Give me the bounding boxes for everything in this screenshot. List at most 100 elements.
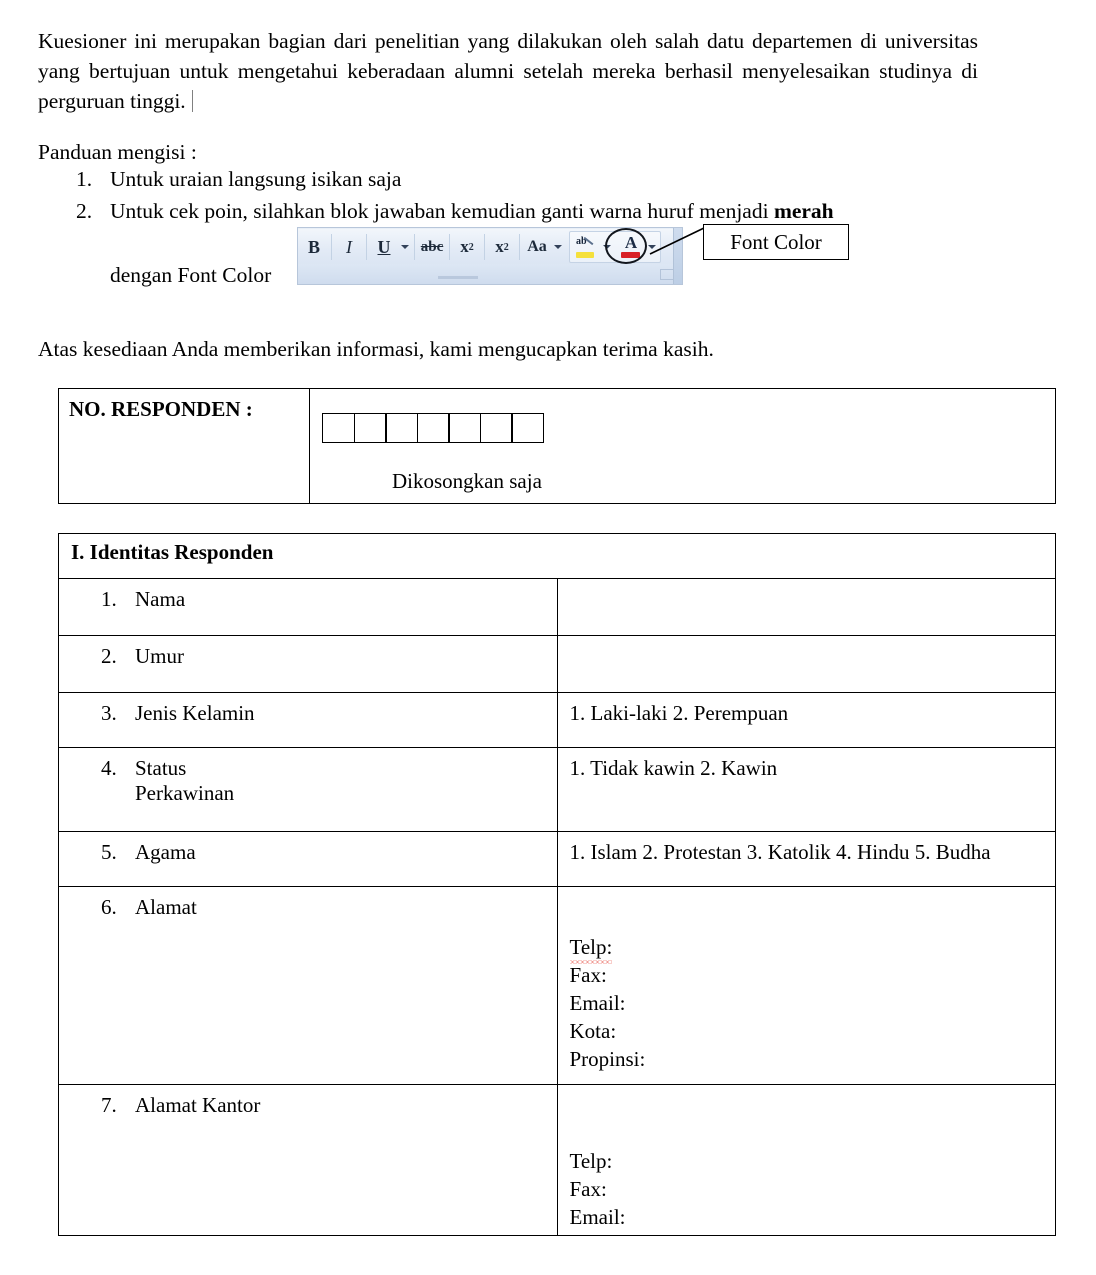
panduan-item-2: 2. Untuk cek poin, silahkan blok jawaban… xyxy=(38,196,978,226)
identitas-heading-cell: I. Identitas Responden xyxy=(58,533,1056,579)
alamat-field-propinsi: Propinsi: xyxy=(569,1047,646,1071)
toolbar-divider xyxy=(331,234,332,260)
panduan-item-1: 1. Untuk uraian langsung isikan saja xyxy=(38,164,978,194)
table-row: 4. Status Perkawinan 1. Tidak kawin 2. K… xyxy=(58,747,1056,832)
alamat-field-kota: Kota: xyxy=(569,1019,617,1043)
table-row: 2. Umur xyxy=(58,635,1056,693)
document-page: Kuesioner ini merupakan bagian dari pene… xyxy=(0,0,1096,1275)
underline-icon: U xyxy=(377,236,391,257)
dengan-font-color-text: dengan Font Color xyxy=(110,263,272,287)
word-font-toolbar-screenshot: B I U abc x2 x2 Aa ab A xyxy=(297,227,683,285)
highlight-color-swatch xyxy=(576,252,594,258)
row-label-cell-nama: 1. Nama xyxy=(58,578,558,636)
font-color-callout: Font Color xyxy=(703,224,849,260)
highlighter-icon: ab xyxy=(575,236,597,258)
row-number: 1. xyxy=(101,587,117,611)
toolbar-lower-strip xyxy=(298,264,682,284)
row-number: 7. xyxy=(101,1093,117,1117)
row-label-line2: Perkawinan xyxy=(135,781,235,805)
kantor-field-telp: Telp: xyxy=(569,1149,613,1173)
superscript-icon: x2 xyxy=(495,237,509,256)
subscript-icon: x2 xyxy=(460,237,474,256)
digit-box[interactable] xyxy=(511,413,544,443)
row-answer-cell-umur[interactable] xyxy=(556,635,1056,693)
change-case-icon: Aa xyxy=(527,238,547,255)
alamat-kantor-contact-fields: Telp: Fax: Email: xyxy=(566,1089,1048,1231)
list-number: 1. xyxy=(76,167,93,191)
thanks-line: Atas kesediaan Anda memberikan informasi… xyxy=(38,337,714,361)
telp-label: Telp: xyxy=(569,935,613,964)
alamat-field-telp: Telp: xyxy=(569,933,1048,964)
table-row: NO. RESPONDEN : Dikosongkan saja xyxy=(58,388,1056,504)
alamat-field-email: Email: xyxy=(569,991,626,1015)
identitas-responden-table: I. Identitas Responden 1. Nama 2. Umur 3… xyxy=(58,533,1056,1236)
kantor-field-fax: Fax: xyxy=(569,1177,607,1201)
row-answer-cell-jenis-kelamin[interactable]: 1. Laki-laki 2. Perempuan xyxy=(556,692,1056,748)
list-item-text: Untuk uraian langsung isikan saja xyxy=(110,167,402,191)
table-row: 3. Jenis Kelamin 1. Laki-laki 2. Perempu… xyxy=(58,692,1056,748)
bold-icon: B xyxy=(307,236,320,257)
panduan-heading: Panduan mengisi : xyxy=(38,140,197,164)
text-highlight-color-button: ab xyxy=(570,232,602,262)
callout-arrow-icon xyxy=(649,227,705,255)
list-item-emphasis: merah xyxy=(773,199,834,223)
row-number: 4. xyxy=(101,756,117,780)
row-answer-cell-alamat-kantor[interactable]: Telp: Fax: Email: xyxy=(556,1084,1056,1236)
row-answer xyxy=(566,640,1048,644)
digit-box[interactable] xyxy=(448,413,481,443)
row-label: Agama xyxy=(135,840,196,864)
font-color-highlight-circle xyxy=(605,228,647,264)
row-answer-cell-status-perkawinan[interactable]: 1. Tidak kawin 2. Kawin xyxy=(556,747,1056,832)
row-label: Alamat Kantor xyxy=(135,1093,261,1117)
row-answer: 1. Laki-laki 2. Perempuan xyxy=(569,701,789,725)
row-number: 3. xyxy=(101,701,117,725)
responden-boxes-cell: Dikosongkan saja xyxy=(309,388,1056,504)
toolbar-divider xyxy=(449,234,450,260)
row-answer-cell-nama[interactable] xyxy=(556,578,1056,636)
responden-number-table: NO. RESPONDEN : Dikosongkan saja xyxy=(58,388,1056,504)
toolbar-divider xyxy=(366,234,367,260)
responden-digit-boxes[interactable] xyxy=(322,413,544,443)
table-row: 1. Nama xyxy=(58,578,1056,636)
row-label-cell-umur: 2. Umur xyxy=(58,635,558,693)
row-label-line1: Status xyxy=(135,756,187,780)
table-heading-row: I. Identitas Responden xyxy=(58,533,1056,579)
row-label-cell-alamat-kantor: 7. Alamat Kantor xyxy=(58,1084,558,1236)
row-answer-cell-alamat[interactable]: Telp: Fax: Email: Kota: Propinsi: xyxy=(556,886,1056,1085)
italic-icon: I xyxy=(346,236,352,257)
table-row: 6. Alamat Telp: Fax: Email: Kota: Propin… xyxy=(58,886,1056,1085)
toolbar-divider xyxy=(414,234,415,260)
digit-box[interactable] xyxy=(385,413,418,443)
toolbar-divider xyxy=(519,234,520,260)
row-number: 2. xyxy=(101,644,117,668)
row-label-cell-status-perkawinan: 4. Status Perkawinan xyxy=(58,747,558,832)
row-label-cell-jenis-kelamin: 3. Jenis Kelamin xyxy=(58,692,558,748)
chevron-down-icon xyxy=(554,245,562,249)
toolbar-divider xyxy=(484,234,485,260)
strikethrough-icon: abc xyxy=(420,238,444,255)
row-number: 5. xyxy=(101,840,117,864)
row-label: Status Perkawinan xyxy=(135,756,557,806)
intro-paragraph: Kuesioner ini merupakan bagian dari pene… xyxy=(38,26,978,116)
toolbar-ghost-box xyxy=(660,269,674,280)
kantor-field-email: Email: xyxy=(569,1205,626,1229)
chevron-down-icon xyxy=(401,245,409,249)
digit-box[interactable] xyxy=(479,413,513,443)
intro-text: Kuesioner ini merupakan bagian dari pene… xyxy=(38,29,978,113)
digit-box[interactable] xyxy=(322,413,355,443)
digit-box[interactable] xyxy=(416,413,450,443)
panduan-list: 1. Untuk uraian langsung isikan saja 2. … xyxy=(38,164,978,228)
table-row: 5. Agama 1. Islam 2. Protestan 3. Katoli… xyxy=(58,831,1056,887)
alamat-field-fax: Fax: xyxy=(569,963,607,987)
row-label-cell-alamat: 6. Alamat xyxy=(58,886,558,1085)
row-number: 6. xyxy=(101,895,117,919)
row-label: Jenis Kelamin xyxy=(135,701,255,725)
digit-box[interactable] xyxy=(353,413,387,443)
responden-label-cell: NO. RESPONDEN : xyxy=(58,388,310,504)
toolbar-ghost-element xyxy=(438,276,478,279)
row-label: Alamat xyxy=(135,895,197,919)
list-item-text: Untuk cek poin, silahkan blok jawaban ke… xyxy=(110,199,774,223)
font-color-callout-label: Font Color xyxy=(730,229,822,254)
row-answer: 1. Islam 2. Protestan 3. Katolik 4. Hind… xyxy=(569,840,991,864)
row-answer-cell-agama[interactable]: 1. Islam 2. Protestan 3. Katolik 4. Hind… xyxy=(556,831,1056,887)
